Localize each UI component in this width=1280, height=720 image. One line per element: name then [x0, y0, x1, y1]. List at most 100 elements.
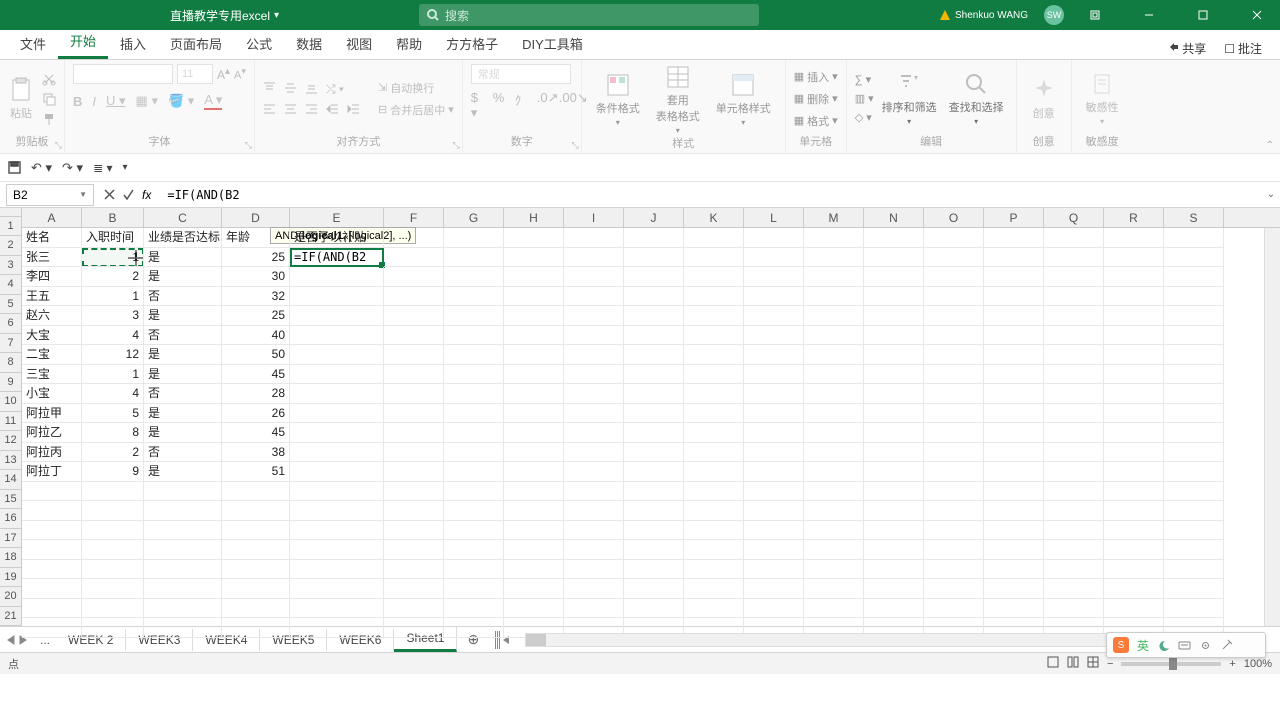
- cell[interactable]: [804, 423, 864, 443]
- row-header[interactable]: 10: [0, 392, 21, 412]
- column-header[interactable]: J: [624, 208, 684, 227]
- italic-button[interactable]: I: [92, 94, 96, 109]
- zoom-out-button[interactable]: −: [1107, 658, 1113, 670]
- cell[interactable]: [744, 287, 804, 307]
- column-header[interactable]: H: [504, 208, 564, 227]
- cell[interactable]: [1104, 345, 1164, 365]
- title-dropdown-icon[interactable]: ▾: [274, 10, 279, 21]
- cell[interactable]: [290, 345, 384, 365]
- cell[interactable]: [290, 287, 384, 307]
- cell[interactable]: [22, 501, 82, 521]
- increase-indent-icon[interactable]: [347, 103, 360, 116]
- wrap-text-button[interactable]: ⇲ 自动换行: [378, 80, 454, 96]
- paste-icon[interactable]: [8, 77, 34, 103]
- save-icon[interactable]: [8, 161, 21, 174]
- cell[interactable]: [384, 462, 444, 482]
- cell[interactable]: [864, 443, 924, 463]
- cell[interactable]: [1164, 599, 1224, 619]
- row-header[interactable]: 9: [0, 373, 21, 393]
- fx-icon[interactable]: fx: [142, 188, 151, 202]
- cell[interactable]: [444, 287, 504, 307]
- row-header[interactable]: 8: [0, 353, 21, 373]
- qat-customize[interactable]: ▾: [122, 162, 127, 173]
- name-box[interactable]: B2▼: [6, 184, 94, 206]
- cell[interactable]: [984, 501, 1044, 521]
- cell[interactable]: [924, 501, 984, 521]
- row-header[interactable]: 20: [0, 587, 21, 607]
- cell[interactable]: 是: [144, 462, 222, 482]
- cell[interactable]: [564, 228, 624, 248]
- number-launcher[interactable]: ⤡: [572, 140, 579, 151]
- ime-tool-icon[interactable]: [1220, 639, 1233, 652]
- decrease-indent-icon[interactable]: [326, 103, 339, 116]
- cell[interactable]: [22, 579, 82, 599]
- cell[interactable]: [1044, 287, 1104, 307]
- cell[interactable]: [144, 579, 222, 599]
- cell[interactable]: [222, 540, 290, 560]
- conditional-format-button[interactable]: 条件格式▾: [590, 72, 646, 127]
- cell[interactable]: [22, 599, 82, 619]
- cell[interactable]: [684, 579, 744, 599]
- cell[interactable]: [564, 365, 624, 385]
- cell[interactable]: [444, 423, 504, 443]
- percent-button[interactable]: %: [493, 90, 507, 104]
- format-cells-button[interactable]: ▦ 格式 ▾: [794, 111, 838, 131]
- cell[interactable]: [684, 287, 744, 307]
- cell[interactable]: [290, 384, 384, 404]
- cell[interactable]: [924, 345, 984, 365]
- cell[interactable]: [924, 306, 984, 326]
- cell[interactable]: [864, 287, 924, 307]
- copy-icon[interactable]: [42, 92, 56, 106]
- sort-filter-button[interactable]: 排序和筛选▾: [878, 71, 941, 126]
- cell[interactable]: [864, 404, 924, 424]
- cell[interactable]: [744, 228, 804, 248]
- cell[interactable]: [1104, 501, 1164, 521]
- cell[interactable]: [984, 326, 1044, 346]
- cell[interactable]: [684, 306, 744, 326]
- cell[interactable]: [504, 560, 564, 580]
- cell[interactable]: [290, 540, 384, 560]
- cell[interactable]: [684, 443, 744, 463]
- cell[interactable]: [804, 287, 864, 307]
- cell[interactable]: [924, 482, 984, 502]
- cell[interactable]: [984, 540, 1044, 560]
- cell[interactable]: [984, 267, 1044, 287]
- cell[interactable]: [290, 599, 384, 619]
- cell[interactable]: [290, 482, 384, 502]
- cell[interactable]: [1044, 443, 1104, 463]
- cell[interactable]: [804, 501, 864, 521]
- cell[interactable]: [290, 267, 384, 287]
- minimize-button[interactable]: [1126, 0, 1172, 30]
- cell[interactable]: [384, 423, 444, 443]
- cell[interactable]: [864, 228, 924, 248]
- column-header[interactable]: B: [82, 208, 144, 227]
- cell[interactable]: [504, 482, 564, 502]
- column-header[interactable]: D: [222, 208, 290, 227]
- cell[interactable]: [1104, 462, 1164, 482]
- cell[interactable]: [504, 248, 564, 268]
- cell[interactable]: [384, 482, 444, 502]
- cell[interactable]: [924, 384, 984, 404]
- column-header[interactable]: P: [984, 208, 1044, 227]
- cell[interactable]: [444, 462, 504, 482]
- cell[interactable]: [564, 579, 624, 599]
- cell[interactable]: 业绩是否达标: [144, 228, 222, 248]
- cell[interactable]: [1164, 462, 1224, 482]
- cell[interactable]: [384, 326, 444, 346]
- cell[interactable]: [624, 521, 684, 541]
- cell[interactable]: 45: [222, 365, 290, 385]
- cell[interactable]: [504, 228, 564, 248]
- cell[interactable]: [290, 579, 384, 599]
- cell[interactable]: [384, 228, 444, 248]
- cell[interactable]: [744, 599, 804, 619]
- namebox-dropdown-icon[interactable]: ▼: [79, 190, 87, 199]
- cell[interactable]: [384, 287, 444, 307]
- cell[interactable]: [1164, 521, 1224, 541]
- row-header[interactable]: 15: [0, 490, 21, 510]
- cell[interactable]: [924, 423, 984, 443]
- cell[interactable]: [1104, 384, 1164, 404]
- cell[interactable]: [804, 326, 864, 346]
- cancel-formula-icon[interactable]: [104, 189, 115, 200]
- cell[interactable]: 二宝: [22, 345, 82, 365]
- cell[interactable]: [804, 540, 864, 560]
